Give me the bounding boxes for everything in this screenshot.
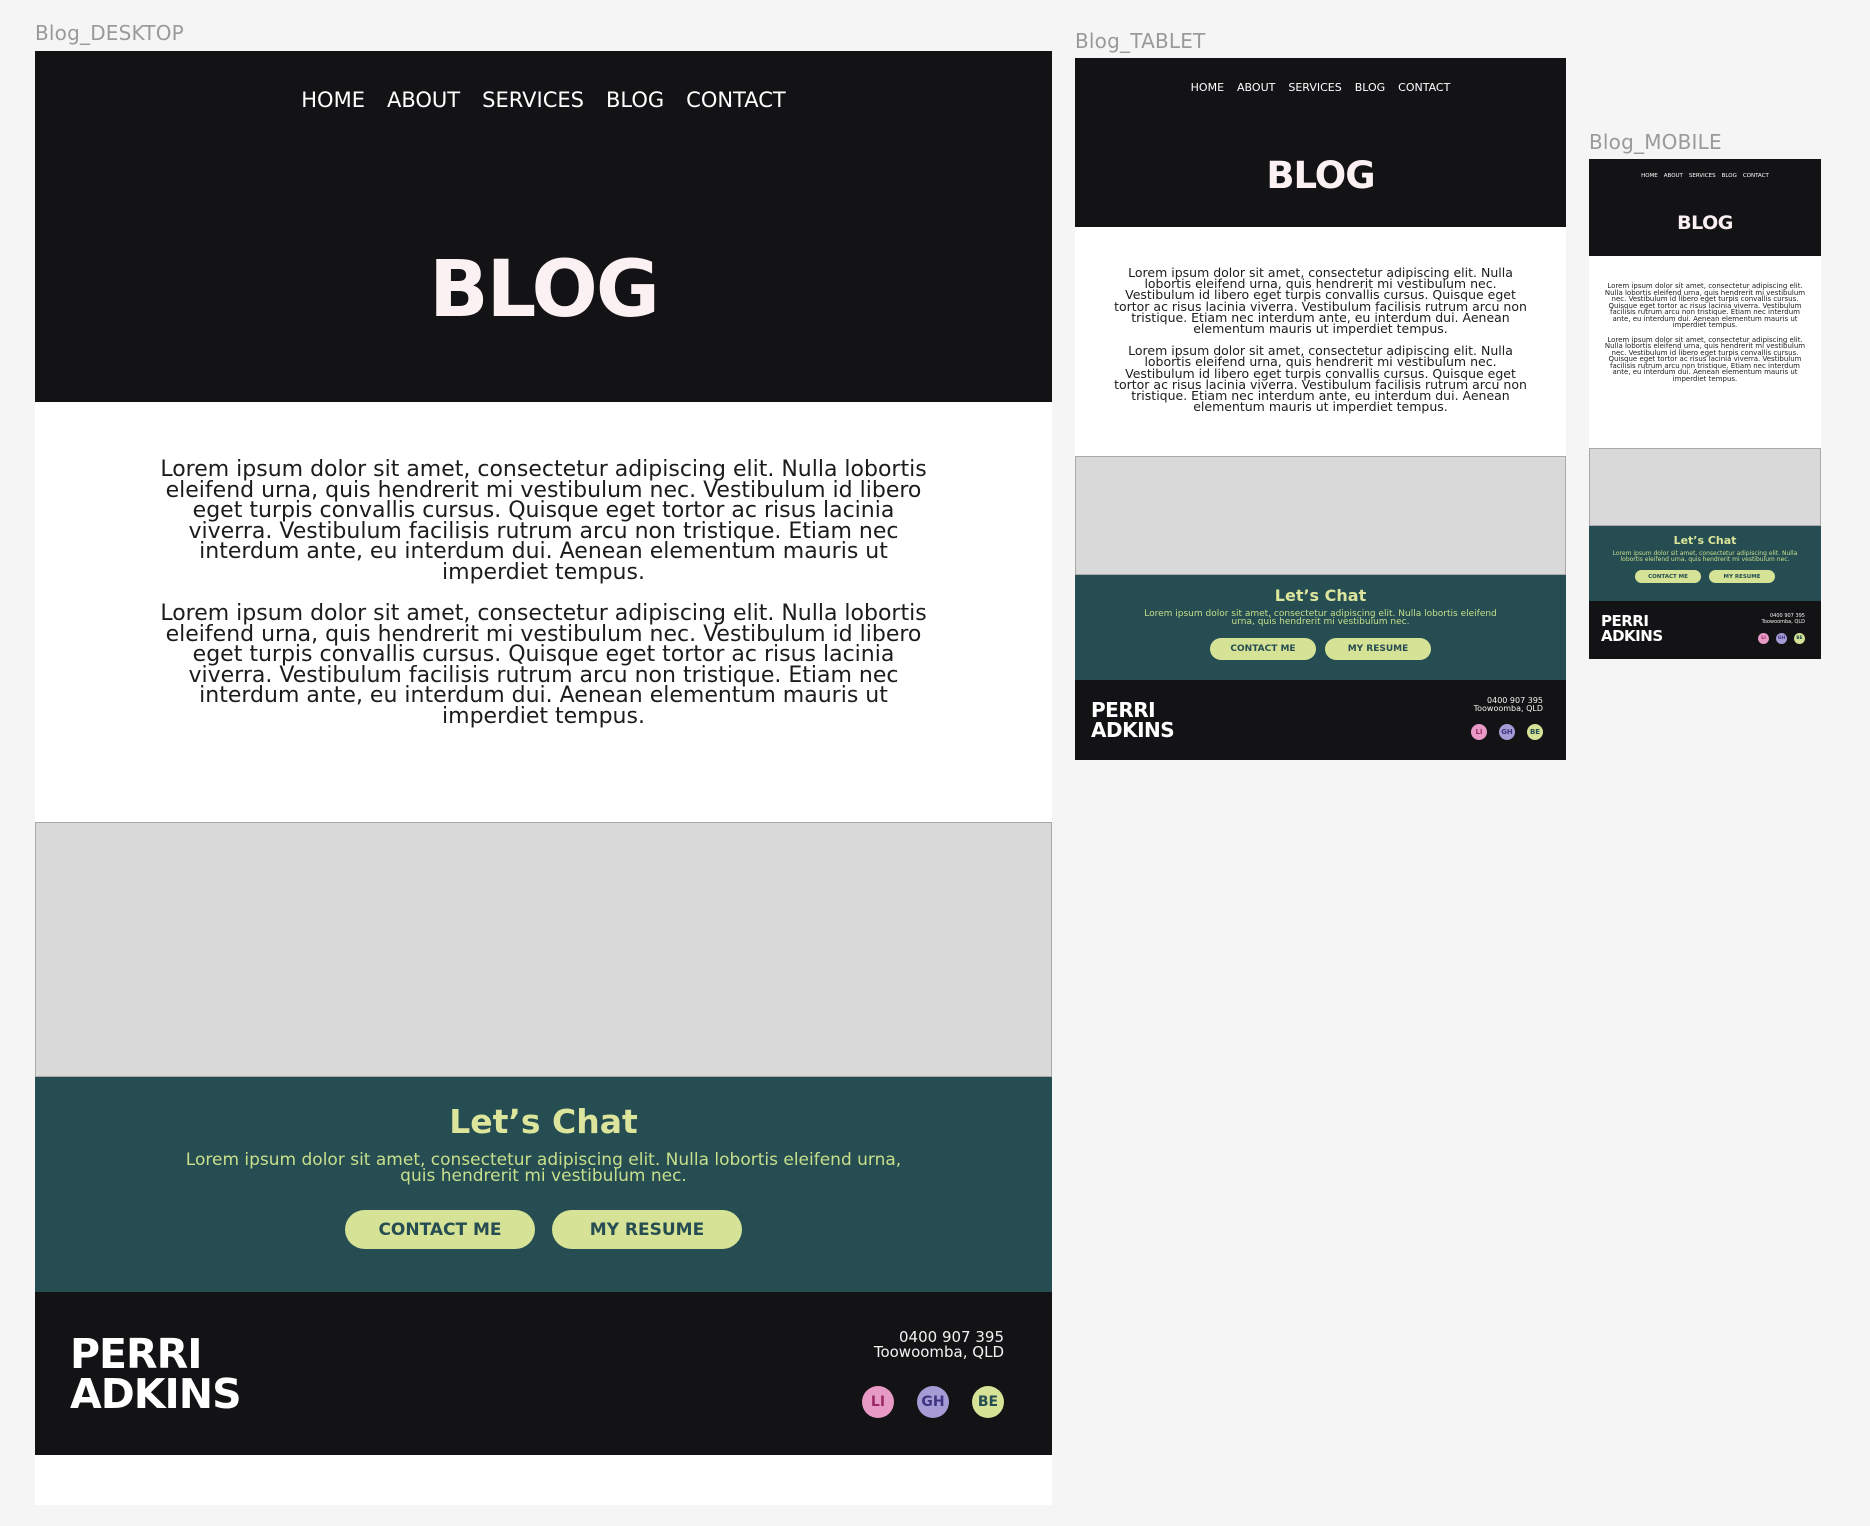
behance-icon[interactable]: BE	[972, 1386, 1004, 1418]
chat-buttons: CONTACT ME MY RESUME	[1075, 638, 1566, 660]
frame-label-mobile: Blog_MOBILE	[1589, 130, 1722, 154]
main-nav: HOME ABOUT SERVICES BLOG CONTACT	[1075, 81, 1566, 94]
image-placeholder	[35, 822, 1052, 1077]
blog-paragraph: Lorem ipsum dolor sit amet, consectetur …	[1604, 335, 1806, 383]
footer: PERRI ADKINS 0400 907 395 Toowoomba, QLD…	[35, 1292, 1052, 1455]
brand-line-1: PERRI	[70, 1330, 202, 1378]
my-resume-button[interactable]: MY RESUME	[552, 1210, 742, 1249]
hero-section: HOME ABOUT SERVICES BLOG CONTACT BLOG	[1589, 159, 1821, 256]
nav-contact[interactable]: CONTACT	[1398, 81, 1450, 94]
nav-services[interactable]: SERVICES	[1689, 173, 1716, 179]
hero-section: HOME ABOUT SERVICES BLOG CONTACT BLOG	[1075, 58, 1566, 227]
tablet-frame: HOME ABOUT SERVICES BLOG CONTACT BLOG Lo…	[1075, 58, 1566, 760]
contact-info: 0400 907 395 Toowoomba, QLD	[1474, 697, 1543, 713]
frame-label-tablet: Blog_TABLET	[1075, 29, 1206, 53]
nav-home[interactable]: HOME	[1641, 173, 1658, 179]
page-title: BLOG	[429, 245, 660, 335]
nav-about[interactable]: ABOUT	[387, 88, 460, 112]
chat-title: Let’s Chat	[1274, 586, 1367, 605]
github-icon[interactable]: GH	[1776, 633, 1787, 644]
blog-paragraph: Lorem ipsum dolor sit amet, consectetur …	[1114, 343, 1527, 415]
my-resume-button[interactable]: MY RESUME	[1709, 570, 1775, 583]
nav-contact[interactable]: CONTACT	[1743, 173, 1769, 179]
nav-about[interactable]: ABOUT	[1664, 173, 1683, 179]
nav-services[interactable]: SERVICES	[1288, 81, 1341, 94]
github-icon[interactable]: GH	[1499, 724, 1515, 740]
main-nav: HOME ABOUT SERVICES BLOG CONTACT	[1589, 173, 1821, 179]
page-title: BLOG	[1266, 154, 1375, 197]
linkedin-icon[interactable]: LI	[862, 1386, 894, 1418]
chat-text: Lorem ipsum dolor sit amet, consectetur …	[1144, 609, 1497, 627]
nav-blog[interactable]: BLOG	[606, 88, 664, 112]
nav-about[interactable]: ABOUT	[1237, 81, 1275, 94]
frame-label-desktop: Blog_DESKTOP	[35, 21, 184, 45]
blog-paragraph: Lorem ipsum dolor sit amet, consectetur …	[1114, 265, 1527, 337]
location: Toowoomba, QLD	[873, 1343, 1004, 1361]
nav-blog[interactable]: BLOG	[1722, 173, 1737, 179]
social-links: LI GH BE	[1471, 724, 1543, 740]
nav-home[interactable]: HOME	[301, 88, 365, 112]
linkedin-icon[interactable]: LI	[1471, 724, 1487, 740]
nav-home[interactable]: HOME	[1191, 81, 1224, 94]
desktop-frame: HOME ABOUT SERVICES BLOG CONTACT BLOG Lo…	[35, 51, 1052, 1505]
image-placeholder	[1589, 448, 1821, 526]
content-section: Lorem ipsum dolor sit amet, consectetur …	[1075, 227, 1566, 456]
hero-section: HOME ABOUT SERVICES BLOG CONTACT BLOG	[35, 51, 1052, 402]
linkedin-icon[interactable]: LI	[1758, 633, 1769, 644]
contact-info: 0400 907 395 Toowoomba, QLD	[874, 1330, 1004, 1360]
location: Toowoomba, QLD	[1473, 704, 1543, 713]
main-nav: HOME ABOUT SERVICES BLOG CONTACT	[35, 88, 1052, 112]
chat-text: Lorem ipsum dolor sit amet, consectetur …	[1612, 550, 1798, 563]
contact-me-button[interactable]: CONTACT ME	[345, 1210, 535, 1249]
brand-line-2: ADKINS	[70, 1370, 242, 1418]
social-links: LI GH BE	[1758, 633, 1805, 644]
chat-section: Let’s Chat Lorem ipsum dolor sit amet, c…	[35, 1077, 1052, 1292]
content-section: Lorem ipsum dolor sit amet, consectetur …	[35, 402, 1052, 822]
chat-buttons: CONTACT ME MY RESUME	[1589, 570, 1821, 583]
chat-section: Let’s Chat Lorem ipsum dolor sit amet, c…	[1075, 575, 1566, 680]
contact-me-button[interactable]: CONTACT ME	[1210, 638, 1316, 660]
image-placeholder	[1075, 456, 1566, 575]
content-section: Lorem ipsum dolor sit amet, consectetur …	[1589, 256, 1821, 448]
github-icon[interactable]: GH	[917, 1386, 949, 1418]
contact-info: 0400 907 395 Toowoomba, QLD	[1761, 613, 1805, 625]
chat-title: Let’s Chat	[1673, 534, 1737, 547]
brand-line-1: PERRI	[1091, 698, 1156, 722]
brand-line-2: ADKINS	[1601, 627, 1663, 645]
nav-services[interactable]: SERVICES	[482, 88, 584, 112]
blog-paragraph: Lorem ipsum dolor sit amet, consectetur …	[160, 457, 927, 585]
page-title: BLOG	[1677, 212, 1733, 234]
chat-section: Let’s Chat Lorem ipsum dolor sit amet, c…	[1589, 526, 1821, 601]
brand-line-2: ADKINS	[1091, 718, 1175, 742]
brand-logo[interactable]: PERRI ADKINS	[70, 1330, 242, 1418]
nav-blog[interactable]: BLOG	[1355, 81, 1385, 94]
footer: PERRI ADKINS 0400 907 395 Toowoomba, QLD…	[1589, 601, 1821, 659]
chat-text: Lorem ipsum dolor sit amet, consectetur …	[185, 1150, 902, 1186]
mobile-frame: HOME ABOUT SERVICES BLOG CONTACT BLOG Lo…	[1589, 159, 1821, 659]
behance-icon[interactable]: BE	[1527, 724, 1543, 740]
nav-contact[interactable]: CONTACT	[686, 88, 786, 112]
social-links: LI GH BE	[862, 1386, 1004, 1418]
brand-logo[interactable]: PERRI ADKINS	[1601, 614, 1663, 644]
blog-paragraph: Lorem ipsum dolor sit amet, consectetur …	[1604, 282, 1806, 329]
my-resume-button[interactable]: MY RESUME	[1325, 638, 1431, 660]
footer: PERRI ADKINS 0400 907 395 Toowoomba, QLD…	[1075, 680, 1566, 760]
behance-icon[interactable]: BE	[1794, 633, 1805, 644]
contact-me-button[interactable]: CONTACT ME	[1635, 570, 1701, 583]
chat-title: Let’s Chat	[449, 1102, 638, 1141]
chat-buttons: CONTACT ME MY RESUME	[35, 1210, 1052, 1249]
brand-logo[interactable]: PERRI ADKINS	[1091, 698, 1175, 742]
blog-paragraph: Lorem ipsum dolor sit amet, consectetur …	[160, 601, 927, 729]
location: Toowoomba, QLD	[1761, 618, 1805, 625]
